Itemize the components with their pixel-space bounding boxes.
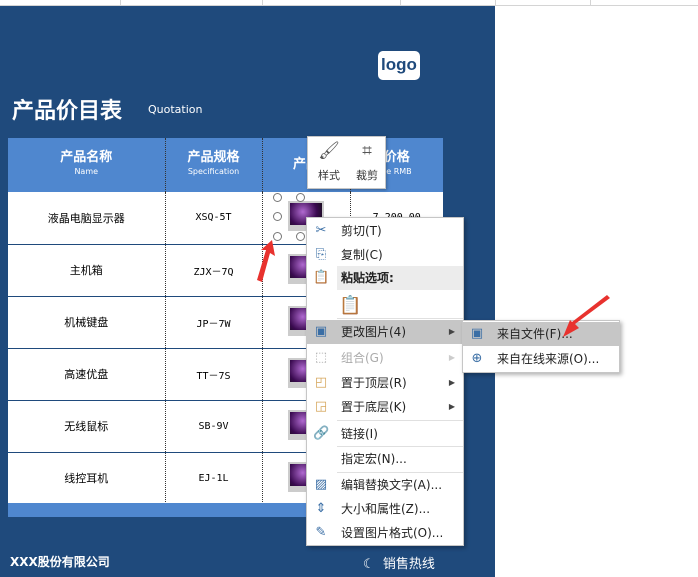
red-arrow-icon bbox=[257, 240, 275, 282]
red-arrow-icon bbox=[563, 295, 610, 337]
annotation-arrows bbox=[257, 240, 610, 337]
